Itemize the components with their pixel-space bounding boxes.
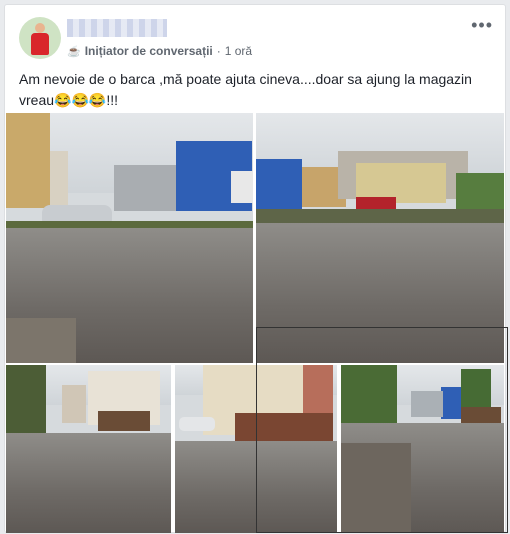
photo-1[interactable] bbox=[6, 113, 253, 363]
photo-5[interactable] bbox=[341, 365, 504, 533]
meta-separator: · bbox=[216, 44, 221, 58]
post-text-line1: Am nevoie de o barca ,mă poate ajuta cin… bbox=[19, 71, 472, 87]
avatar[interactable] bbox=[19, 17, 61, 59]
photo-4[interactable] bbox=[175, 365, 337, 533]
photo-3[interactable] bbox=[6, 365, 171, 533]
avatar-head bbox=[35, 23, 45, 33]
post-card: ☕ Inițiator de conversații · 1 oră ••• A… bbox=[4, 4, 508, 533]
post-time[interactable]: 1 oră bbox=[225, 44, 252, 58]
post-text-line2-suffix: !!! bbox=[106, 92, 118, 108]
photo-2[interactable] bbox=[256, 113, 504, 363]
more-options-icon[interactable]: ••• bbox=[471, 15, 493, 36]
post-text-emoji: 😂😂😂 bbox=[54, 92, 107, 108]
post-meta: ☕ Inițiator de conversații · 1 oră bbox=[67, 44, 252, 58]
coffee-cup-icon: ☕ bbox=[67, 45, 81, 58]
author-role[interactable]: Inițiator de conversații bbox=[85, 44, 213, 58]
avatar-body bbox=[31, 33, 49, 55]
author-name-blurred[interactable] bbox=[67, 19, 167, 37]
post-text-line2-prefix: vreau bbox=[19, 92, 55, 108]
post-text: Am nevoie de o barca ,mă poate ajuta cin… bbox=[19, 69, 494, 111]
